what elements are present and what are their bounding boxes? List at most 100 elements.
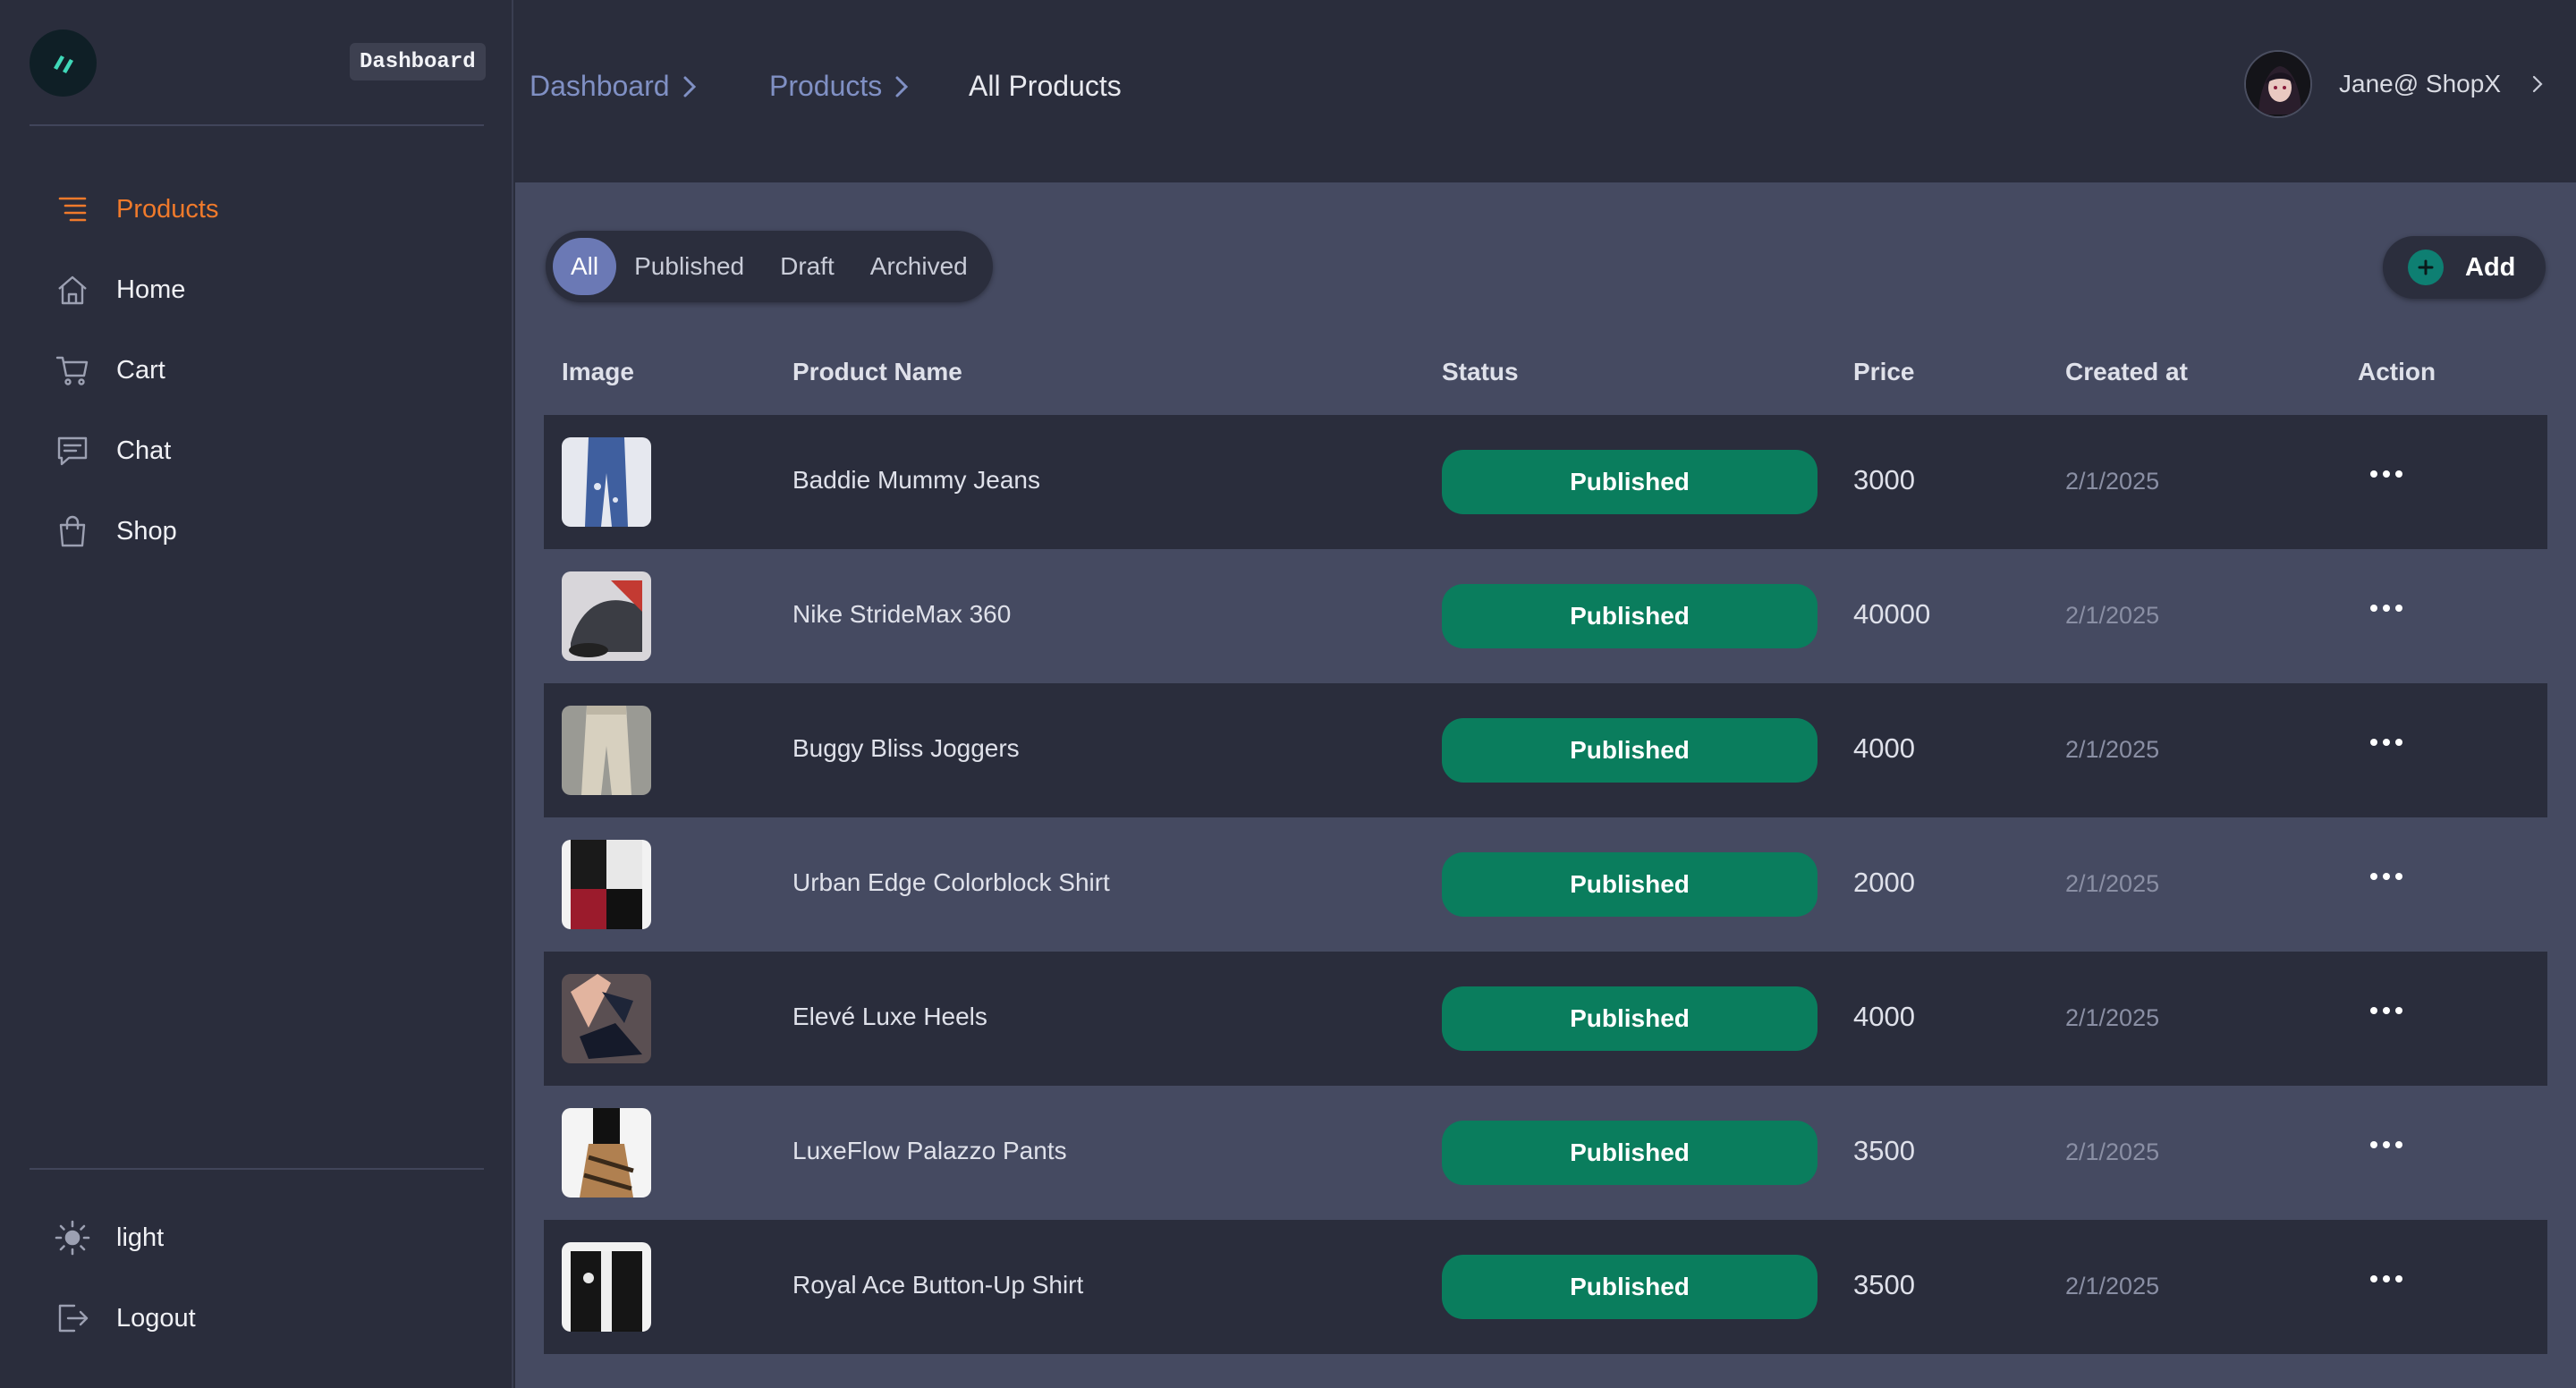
product-image <box>562 706 651 795</box>
status-badge: Published <box>1442 718 1818 783</box>
sidebar-item-products[interactable]: Products <box>52 182 481 236</box>
sidebar-divider <box>30 1168 484 1170</box>
product-name: LuxeFlow Palazzo Pants <box>792 1137 1067 1164</box>
status-filter-tabs: All Published Draft Archived <box>546 231 993 302</box>
table-row[interactable]: Royal Ace Button-Up Shirt Published 3500… <box>544 1220 2547 1354</box>
column-header-status: Status <box>1442 358 1519 385</box>
topbar: Dashboard Products All Products Jane@ Sh… <box>515 0 2576 182</box>
chat-icon <box>52 430 93 471</box>
chevron-right-icon <box>683 76 696 97</box>
product-price: 3500 <box>1853 1135 1915 1166</box>
filter-tab-archived[interactable]: Archived <box>852 238 986 295</box>
created-date: 2/1/2025 <box>2065 870 2160 897</box>
product-price: 4000 <box>1853 1001 1915 1032</box>
column-header-image: Image <box>562 358 634 385</box>
sidebar-item-label: Chat <box>116 436 172 465</box>
status-badge: Published <box>1442 450 1818 514</box>
product-image <box>562 974 651 1063</box>
brand-logo-icon[interactable] <box>30 30 97 97</box>
add-button-label: Add <box>2465 252 2516 282</box>
sidebar-item-label: Cart <box>116 355 165 385</box>
product-price: 40000 <box>1853 598 1931 630</box>
add-product-button[interactable]: Add <box>2383 236 2546 299</box>
table-row[interactable]: Urban Edge Colorblock Shirt Published 20… <box>544 817 2547 952</box>
more-actions-icon[interactable] <box>2361 1261 2411 1297</box>
theme-toggle-label: light <box>116 1223 165 1252</box>
product-image <box>562 571 651 661</box>
logout-button[interactable]: Logout <box>52 1291 481 1345</box>
created-date: 2/1/2025 <box>2065 736 2160 763</box>
status-badge: Published <box>1442 584 1818 648</box>
product-name: Elevé Luxe Heels <box>792 1003 987 1030</box>
more-actions-icon[interactable] <box>2361 993 2411 1028</box>
sidebar-item-cart[interactable]: Cart <box>52 343 481 397</box>
table-row[interactable]: Baddie Mummy Jeans Published 3000 2/1/20… <box>544 415 2547 549</box>
avatar <box>2244 50 2312 118</box>
filter-tab-published[interactable]: Published <box>616 238 762 295</box>
more-actions-icon[interactable] <box>2361 724 2411 760</box>
plus-icon <box>2408 250 2444 285</box>
logout-icon <box>52 1298 93 1339</box>
breadcrumb-current: All Products <box>969 70 1122 102</box>
sidebar-item-home[interactable]: Home <box>52 263 481 317</box>
more-actions-icon[interactable] <box>2361 590 2411 626</box>
status-badge: Published <box>1442 1255 1818 1319</box>
sidebar-item-label: Products <box>116 194 219 224</box>
breadcrumb-products[interactable]: Products <box>769 70 911 103</box>
table-row[interactable]: LuxeFlow Palazzo Pants Published 3500 2/… <box>544 1086 2547 1220</box>
product-price: 4000 <box>1853 732 1915 764</box>
column-header-price: Price <box>1853 358 1915 385</box>
created-date: 2/1/2025 <box>2065 1273 2160 1299</box>
table-row[interactable]: Nike StrideMax 360 Published 40000 2/1/2… <box>544 549 2547 683</box>
product-price: 2000 <box>1853 867 1915 898</box>
table-row[interactable]: Buggy Bliss Joggers Published 4000 2/1/2… <box>544 683 2547 817</box>
user-menu[interactable]: Jane@ ShopX <box>2244 50 2544 118</box>
list-icon <box>52 189 93 230</box>
sidebar-item-label: Shop <box>116 516 177 546</box>
main-content: All Published Draft Archived Add Image P… <box>515 182 2576 1388</box>
column-header-created-at: Created at <box>2065 358 2188 385</box>
column-header-product-name: Product Name <box>792 358 962 385</box>
product-price: 3500 <box>1853 1269 1915 1300</box>
theme-toggle[interactable]: light <box>52 1211 481 1265</box>
sun-icon <box>52 1217 93 1258</box>
breadcrumb-dashboard[interactable]: Dashboard <box>530 70 699 103</box>
status-badge: Published <box>1442 1121 1818 1185</box>
product-name: Nike StrideMax 360 <box>792 600 1012 628</box>
more-actions-icon[interactable] <box>2361 859 2411 894</box>
table-row[interactable]: Elevé Luxe Heels Published 4000 2/1/2025 <box>544 952 2547 1086</box>
sidebar-divider <box>30 124 484 126</box>
shopping-bag-icon <box>52 511 93 552</box>
column-header-action: Action <box>2358 358 2436 385</box>
cart-icon <box>52 350 93 391</box>
chevron-right-icon <box>2532 75 2543 93</box>
product-name: Buggy Bliss Joggers <box>792 734 1020 762</box>
user-name: Jane@ ShopX <box>2339 70 2501 97</box>
product-name: Urban Edge Colorblock Shirt <box>792 868 1110 896</box>
product-name: Baddie Mummy Jeans <box>792 466 1041 494</box>
status-badge: Published <box>1442 986 1818 1051</box>
sidebar-item-chat[interactable]: Chat <box>52 424 481 478</box>
product-image <box>562 840 651 929</box>
filter-tab-all[interactable]: All <box>553 238 617 295</box>
product-name: Royal Ace Button-Up Shirt <box>792 1271 1084 1299</box>
chevron-right-icon <box>895 76 909 97</box>
sidebar: Dashboard Products Home Cart Chat Shop l… <box>0 0 513 1388</box>
created-date: 2/1/2025 <box>2065 1138 2160 1165</box>
filter-tab-draft[interactable]: Draft <box>762 238 852 295</box>
home-icon <box>52 269 93 310</box>
product-image <box>562 437 651 527</box>
sidebar-item-label: Home <box>116 275 186 304</box>
brand-tag: Dashboard <box>350 43 486 80</box>
created-date: 2/1/2025 <box>2065 602 2160 629</box>
more-actions-icon[interactable] <box>2361 456 2411 492</box>
product-price: 3000 <box>1853 464 1915 495</box>
product-image <box>562 1108 651 1198</box>
product-image <box>562 1242 651 1332</box>
status-badge: Published <box>1442 852 1818 917</box>
created-date: 2/1/2025 <box>2065 468 2160 495</box>
more-actions-icon[interactable] <box>2361 1127 2411 1163</box>
sidebar-item-shop[interactable]: Shop <box>52 504 481 558</box>
created-date: 2/1/2025 <box>2065 1004 2160 1031</box>
table-header: Image Product Name Status Price Created … <box>544 349 2547 395</box>
